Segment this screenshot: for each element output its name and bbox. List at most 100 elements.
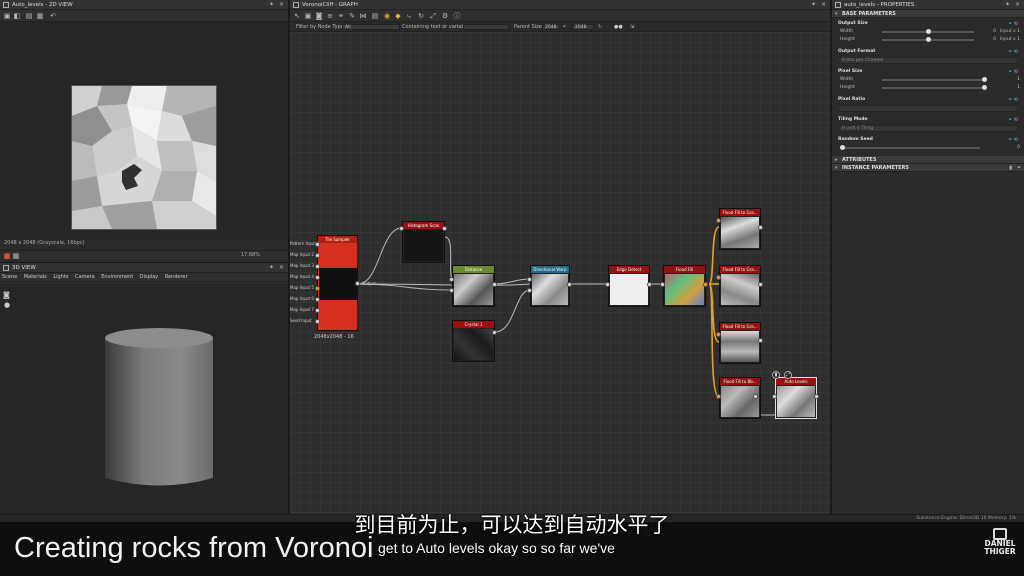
output-format-select[interactable]: 8 bits per Channel (838, 57, 1018, 64)
menu-renderer[interactable]: Renderer (165, 274, 188, 280)
refresh-icon[interactable]: ↻ (417, 12, 425, 20)
slider-knob[interactable] (982, 85, 987, 90)
input-port[interactable] (449, 277, 454, 282)
link-view-icon[interactable]: ●● (614, 22, 623, 32)
parent-size-height-select[interactable]: 2048 (572, 24, 594, 30)
node-directional-warp[interactable]: Directional Warp (530, 265, 570, 307)
output-port[interactable] (442, 226, 447, 231)
height-slider[interactable] (882, 37, 974, 42)
pixel-height-slider[interactable] (882, 85, 987, 90)
input-port[interactable] (315, 319, 320, 324)
random-seed-value[interactable]: 0 (1017, 144, 1020, 152)
input-port[interactable] (716, 275, 721, 280)
close-icon[interactable]: ✕ (279, 0, 284, 10)
open-node-icon[interactable]: ⤢ (784, 371, 792, 379)
node-icon[interactable]: ▤ (371, 12, 379, 20)
output-port[interactable] (567, 282, 572, 287)
info-icon[interactable]: ⓘ (453, 12, 461, 20)
input-port[interactable] (716, 394, 721, 399)
pin-icon[interactable]: ✦ (269, 263, 274, 273)
node-crystal-1[interactable]: Crystal 1 (452, 320, 495, 362)
view-options-icon[interactable]: ◧ (13, 12, 21, 20)
link-icon[interactable]: ⚭ ⟲ (1008, 20, 1018, 28)
menu-display[interactable]: Display (140, 274, 158, 280)
link-icon[interactable]: ⚭ ⟲ (1008, 48, 1018, 56)
pin-icon[interactable]: ✦ (811, 0, 816, 10)
input-port[interactable] (315, 297, 320, 302)
node-flood-fill-to-gradient-1[interactable]: Flood Fill to Gra... (719, 208, 761, 250)
output-port[interactable] (758, 338, 763, 343)
input-port[interactable] (660, 282, 665, 287)
wire-icon[interactable]: ⤷ (405, 12, 413, 20)
refresh-icon[interactable]: ↻ (598, 22, 602, 32)
section-attributes[interactable]: ATTRIBUTES (832, 156, 1024, 164)
pixel-width-value[interactable]: 1 (1017, 76, 1020, 84)
bookmark-icon[interactable]: ◆ (394, 12, 402, 20)
output-port[interactable] (492, 330, 497, 335)
node-tile-sampler[interactable]: Tile Sampler (317, 235, 358, 331)
node-flood-fill-to-gradient-2[interactable]: Flood Fill to Gra... (719, 265, 761, 307)
input-port[interactable] (527, 277, 532, 282)
node-distance[interactable]: Distance (452, 265, 495, 307)
view-3d-canvas[interactable]: ◙ ● (0, 283, 288, 520)
slider-knob[interactable] (840, 145, 845, 150)
menu-materials[interactable]: Materials (24, 274, 47, 280)
menu-camera[interactable]: Camera (75, 274, 95, 280)
output-port[interactable] (758, 225, 763, 230)
input-port[interactable] (315, 308, 320, 313)
pixel-ratio-select[interactable] (838, 105, 1018, 112)
width-slider[interactable] (882, 29, 974, 34)
grid-icon[interactable]: ▦ (12, 252, 20, 260)
graph-canvas[interactable]: Tile Sampler 2048x2048 - 16 Pattern Inpu… (290, 32, 830, 520)
close-icon[interactable]: ✕ (821, 0, 826, 10)
pixel-width-slider[interactable] (882, 77, 987, 82)
output-port[interactable] (703, 282, 708, 287)
contains-text-input[interactable] (463, 24, 509, 30)
menu-environment[interactable]: Environment (101, 274, 133, 280)
output-port[interactable] (647, 282, 652, 287)
section-base-parameters[interactable]: BASE PARAMETERS (832, 10, 1024, 18)
menu-lights[interactable]: Lights (53, 274, 68, 280)
input-port[interactable] (315, 242, 320, 247)
close-icon[interactable]: ✕ (279, 263, 284, 273)
save-preset-icon[interactable]: ▮ (1009, 164, 1012, 172)
menu-scene[interactable]: Scene (2, 274, 17, 280)
select-tool-icon[interactable]: ↖ (293, 12, 301, 20)
tiling-icon[interactable]: ▦ (36, 12, 44, 20)
image-icon[interactable]: ▤ (25, 12, 33, 20)
preset-icon[interactable]: ⚭ (1017, 164, 1021, 172)
input-port[interactable] (605, 282, 610, 287)
output-port[interactable] (753, 394, 758, 399)
input-port[interactable] (315, 286, 320, 291)
random-seed-slider[interactable] (840, 145, 980, 150)
input-port[interactable] (399, 226, 404, 231)
output-port[interactable] (758, 282, 763, 287)
link-icon[interactable]: ⚭ (562, 22, 566, 32)
height-value[interactable]: 0 (993, 36, 996, 44)
node-flood-fill[interactable]: Flood Fill (663, 265, 706, 307)
section-instance-parameters[interactable]: INSTANCE PARAMETERS ▮ ⚭ (832, 164, 1024, 172)
input-port[interactable] (772, 394, 777, 399)
slider-knob[interactable] (926, 37, 931, 42)
close-icon[interactable]: ✕ (1015, 0, 1020, 10)
input-port[interactable] (315, 275, 320, 280)
input-port[interactable] (716, 332, 721, 337)
share-icon[interactable]: ⋈ (359, 12, 367, 20)
width-value[interactable]: 0 (993, 28, 996, 36)
camera-icon[interactable]: ◙ (315, 12, 323, 20)
align-icon[interactable]: ≡ (326, 12, 334, 20)
link-icon[interactable]: ⚭ ⟲ (1008, 136, 1018, 144)
slider-knob[interactable] (982, 77, 987, 82)
input-port[interactable] (716, 218, 721, 223)
pixel-height-value[interactable]: 1 (1017, 84, 1020, 92)
input-port[interactable] (527, 288, 532, 293)
node-flood-fill-to-gradient-3[interactable]: Flood Fill to Gra... (719, 322, 761, 364)
camera-icon[interactable]: ◙ (3, 291, 10, 299)
channel-icon[interactable]: ▣ (3, 12, 11, 20)
output-port[interactable] (492, 282, 497, 287)
color-icon[interactable]: ■ (3, 252, 11, 260)
node-histogram-scan[interactable]: Histogram Scan (402, 221, 445, 263)
tiling-mode-select[interactable]: H and V Tiling (838, 125, 1018, 132)
node-auto-levels[interactable]: Auto Levels (775, 377, 817, 419)
settings-icon[interactable]: ⚙ (441, 12, 449, 20)
